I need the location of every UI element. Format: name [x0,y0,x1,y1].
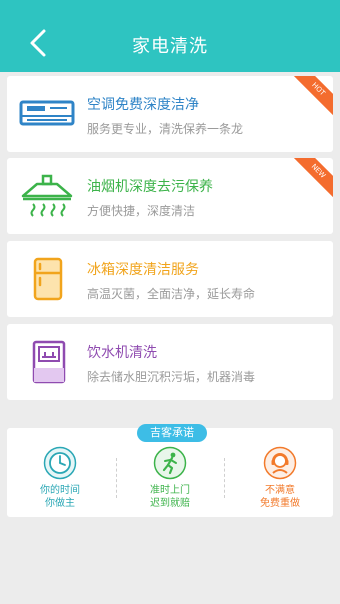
service-card-air-conditioner[interactable]: 空调免费深度洁净 服务更专业，清洗保养一条龙 HOT [7,76,333,152]
hot-badge: HOT [287,76,333,120]
promise-tag: 吉客承诺 [137,424,207,442]
service-title: 饮水机清洗 [87,345,157,361]
header-bar: 家电清洗 [0,0,340,72]
service-subtitle: 高温灭菌，全面洁净，延长寿命 [87,287,256,301]
page-title: 家电清洗 [132,36,208,57]
promise-line2: 你做主 [45,498,75,509]
promise-line2: 迟到就赔 [150,498,190,509]
service-title: 油烟机深度去污保养 [87,179,213,195]
new-badge: NEW [287,158,333,202]
service-subtitle: 服务更专业，清洗保养一条龙 [87,122,244,136]
promise-item-redo: 不满意 免费重做 [230,446,330,510]
refrigerator-icon [33,257,63,301]
service-subtitle: 除去储水胆沉积污垢，机器消毒 [87,370,256,384]
divider [116,458,118,498]
service-title: 空调免费深度洁净 [87,97,199,113]
promise-line2: 免费重做 [260,498,300,509]
promise-line1: 不满意 [265,485,295,496]
service-title: 冰箱深度清洁服务 [87,262,199,278]
clock-icon [43,446,77,480]
customer-service-icon [263,446,297,480]
range-hood-icon [21,174,73,217]
service-card-water-dispenser[interactable]: 饮水机清洗 除去储水胆沉积污垢，机器消毒 [7,324,333,400]
promise-line1: 你的时间 [40,485,80,496]
service-card-range-hood[interactable]: 油烟机深度去污保养 方便快捷，深度清洁 NEW [7,158,333,234]
promise-item-time: 你的时间 你做主 [10,446,110,510]
service-card-refrigerator[interactable]: 冰箱深度清洁服务 高温灭菌，全面洁净，延长寿命 [7,241,333,317]
service-subtitle: 方便快捷，深度清洁 [87,204,196,218]
air-conditioner-icon [19,100,75,126]
water-dispenser-icon [32,340,66,384]
running-man-icon [153,446,187,480]
promise-line1: 准时上门 [150,485,190,496]
divider [224,458,226,498]
promise-item-punctual: 准时上门 迟到就赔 [120,446,220,510]
